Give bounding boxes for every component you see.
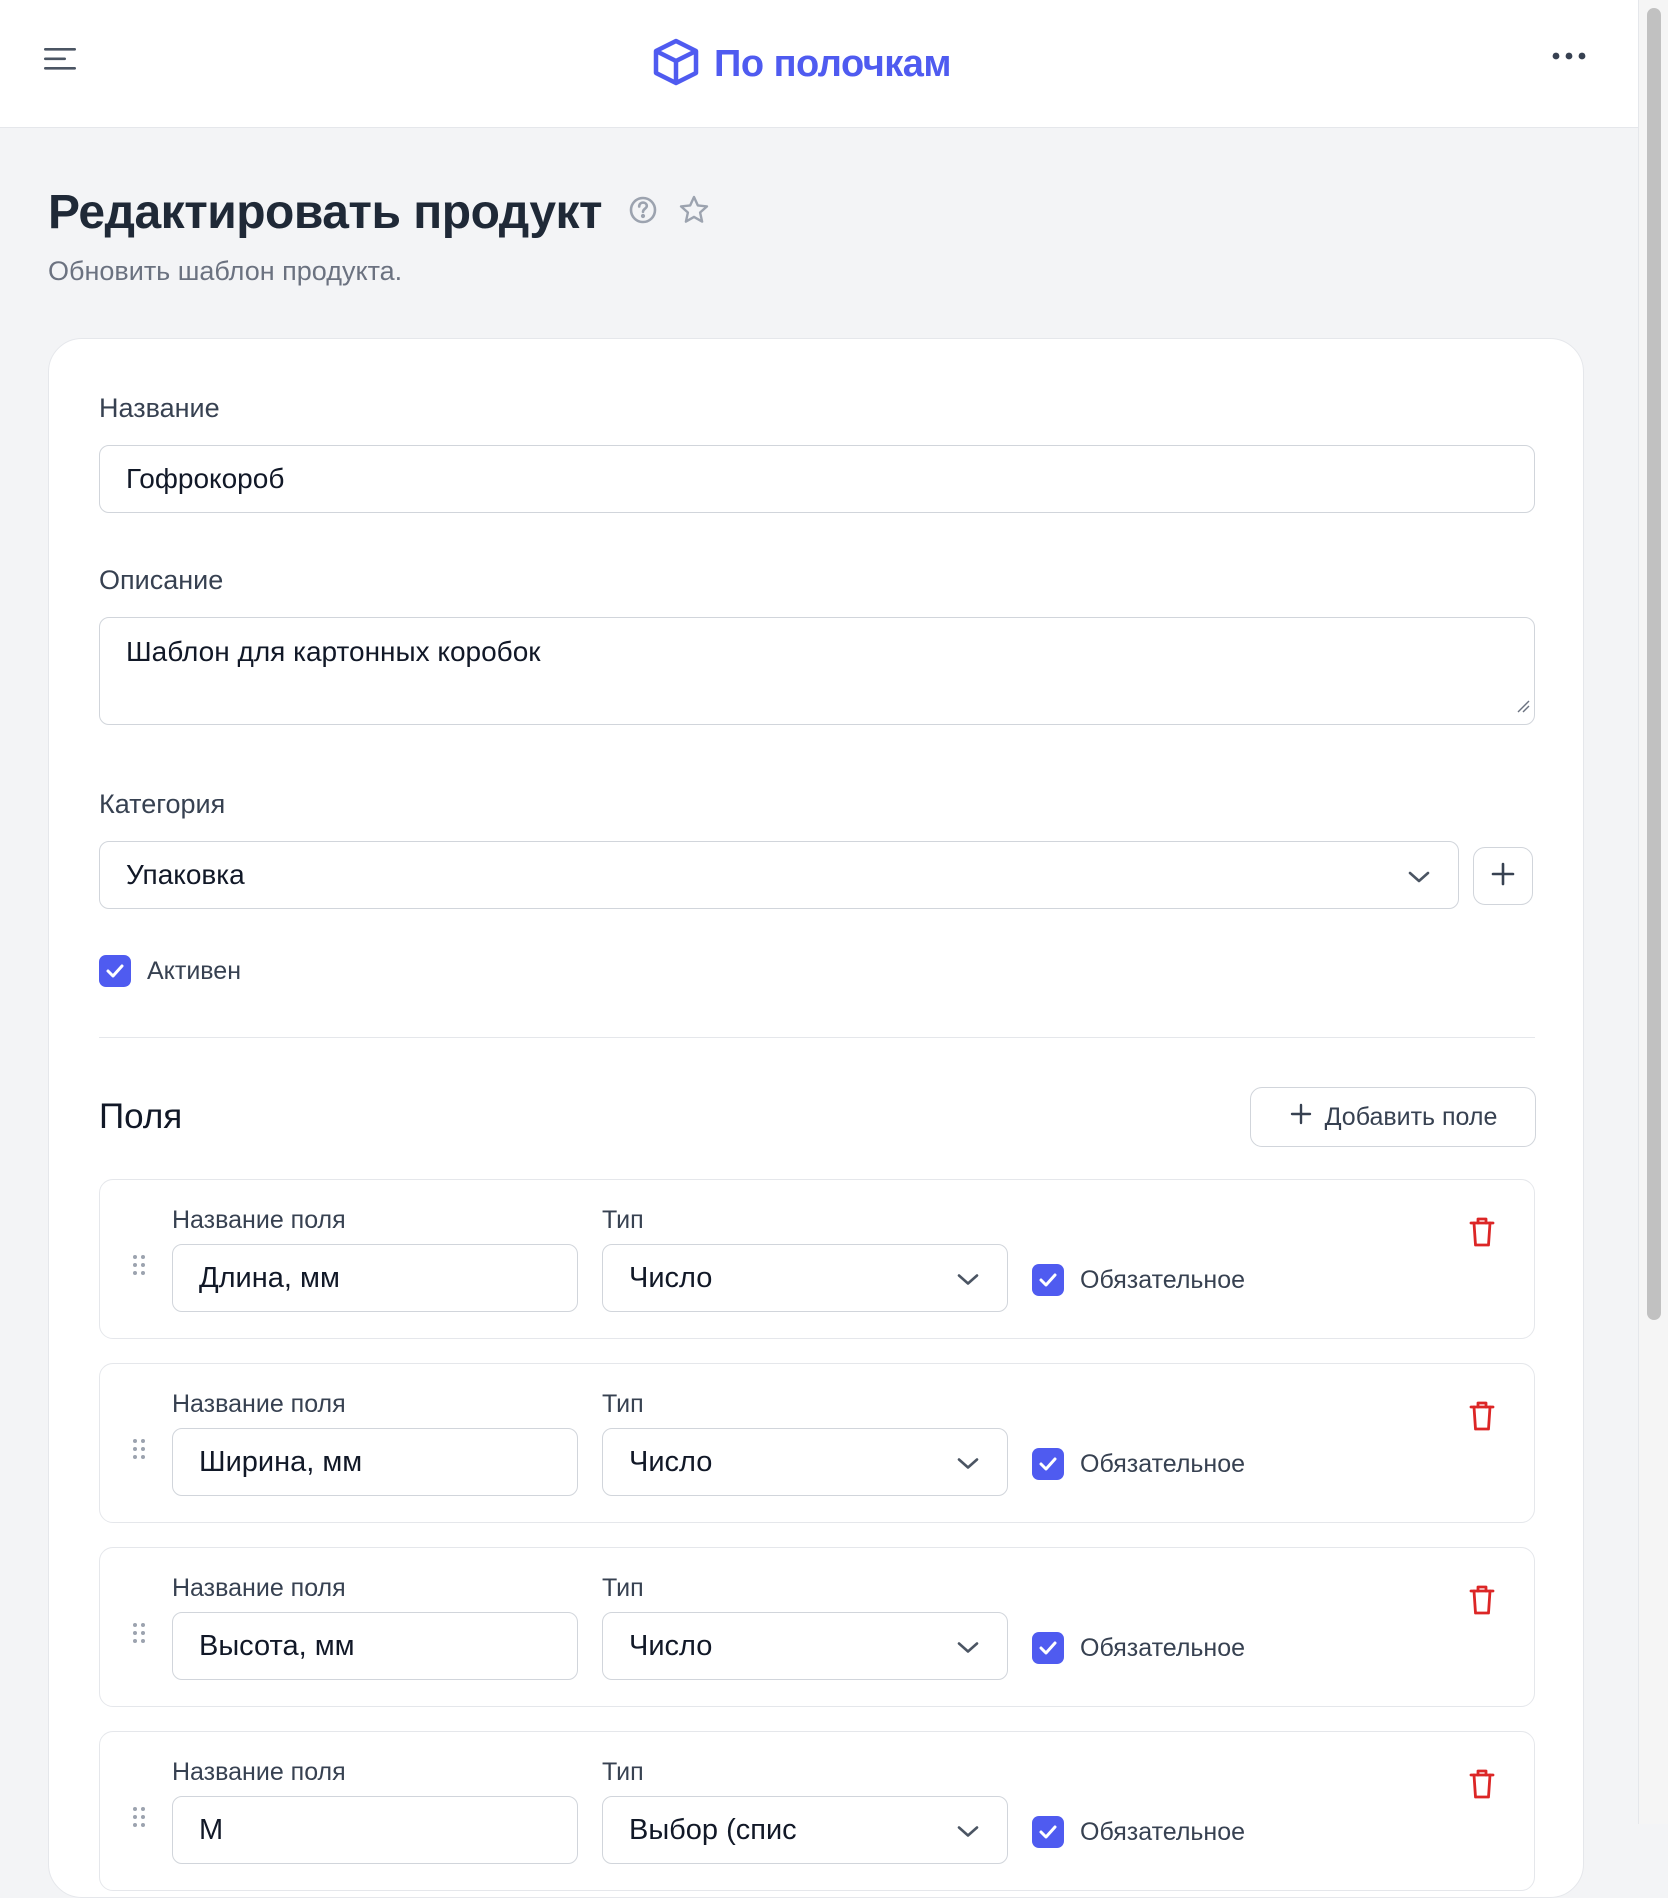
field-row: Название поля М Тип Выбор (спис Обязател… xyxy=(99,1731,1535,1891)
star-icon[interactable] xyxy=(678,194,710,231)
category-label: Категория xyxy=(99,789,226,819)
chevron-down-icon xyxy=(957,1262,979,1295)
page-title: Редактировать продукт xyxy=(48,185,603,239)
chevron-down-icon xyxy=(1408,859,1430,891)
description-textarea[interactable]: Шаблон для картонных коробок xyxy=(99,617,1535,725)
field-name-input[interactable]: М xyxy=(172,1796,578,1864)
field-name-input[interactable]: Высота, мм xyxy=(172,1612,578,1680)
product-form-card: Название Гофрокороб Описание Шаблон для … xyxy=(48,338,1584,1898)
help-circle-icon[interactable] xyxy=(628,195,658,230)
app-logo[interactable]: По полочкам xyxy=(652,37,952,92)
scrollbar[interactable] xyxy=(1638,0,1668,1824)
box-icon xyxy=(652,37,700,92)
category-value: Упаковка xyxy=(126,859,245,890)
required-checkbox[interactable] xyxy=(1032,1448,1064,1480)
field-name-input[interactable]: Длина, мм xyxy=(172,1244,578,1312)
description-label: Описание xyxy=(99,565,224,595)
required-label: Обязательное xyxy=(1080,1818,1246,1846)
field-name-value: М xyxy=(199,1813,224,1846)
drag-handle-icon[interactable] xyxy=(132,1622,146,1649)
page-subtitle: Обновить шаблон продукта. xyxy=(48,256,403,286)
top-bar: По полочкам xyxy=(0,0,1638,128)
required-checkbox[interactable] xyxy=(1032,1632,1064,1664)
field-row: Название поля Высота, мм Тип Число Обяза… xyxy=(99,1547,1535,1707)
field-type-value: Число xyxy=(629,1629,713,1662)
field-type-select[interactable]: Выбор (спис xyxy=(602,1796,1008,1864)
add-category-button[interactable] xyxy=(1473,847,1533,905)
fields-section-title: Поля xyxy=(99,1097,183,1136)
add-field-label: Добавить поле xyxy=(1324,1102,1498,1131)
trash-icon[interactable] xyxy=(1468,1400,1496,1437)
drag-handle-icon[interactable] xyxy=(132,1254,146,1281)
plus-icon xyxy=(1289,1102,1313,1133)
plus-icon xyxy=(1490,861,1516,892)
required-checkbox[interactable] xyxy=(1032,1816,1064,1848)
chevron-down-icon xyxy=(957,1446,979,1479)
field-row: Название поля Ширина, мм Тип Число Обяза… xyxy=(99,1363,1535,1523)
chevron-down-icon xyxy=(957,1814,979,1847)
field-type-value: Число xyxy=(629,1261,713,1294)
field-type-label: Тип xyxy=(602,1390,644,1418)
field-name-label: Название поля xyxy=(172,1206,346,1234)
field-name-label: Название поля xyxy=(172,1574,346,1602)
trash-icon[interactable] xyxy=(1468,1216,1496,1253)
field-name-input[interactable]: Ширина, мм xyxy=(172,1428,578,1496)
drag-handle-icon[interactable] xyxy=(132,1438,146,1465)
field-name-value: Высота, мм xyxy=(199,1629,355,1662)
field-type-value: Выбор (спис xyxy=(629,1813,797,1846)
field-name-label: Название поля xyxy=(172,1758,346,1786)
field-type-select[interactable]: Число xyxy=(602,1428,1008,1496)
field-type-value: Число xyxy=(629,1445,713,1478)
app-name: По полочкам xyxy=(714,42,952,85)
add-field-button[interactable]: Добавить поле xyxy=(1250,1087,1536,1147)
field-type-label: Тип xyxy=(602,1206,644,1234)
more-horizontal-icon[interactable] xyxy=(1552,48,1592,80)
required-label: Обязательное xyxy=(1080,1266,1246,1294)
name-label: Название xyxy=(99,393,220,423)
category-select[interactable]: Упаковка xyxy=(99,841,1459,909)
trash-icon[interactable] xyxy=(1468,1584,1496,1621)
drag-handle-icon[interactable] xyxy=(132,1806,146,1833)
field-row: Название поля Длина, мм Тип Число Обязат… xyxy=(99,1179,1535,1339)
divider xyxy=(99,1037,1535,1038)
page-header: Редактировать продукт Обновить шаблон пр… xyxy=(48,180,1548,287)
chevron-down-icon xyxy=(957,1630,979,1663)
active-label: Активен xyxy=(147,957,242,985)
field-name-value: Длина, мм xyxy=(199,1261,340,1294)
menu-icon[interactable] xyxy=(44,46,84,82)
field-name-label: Название поля xyxy=(172,1390,346,1418)
scrollbar-thumb[interactable] xyxy=(1647,8,1661,1320)
required-checkbox[interactable] xyxy=(1032,1264,1064,1296)
trash-icon[interactable] xyxy=(1468,1768,1496,1805)
field-type-label: Тип xyxy=(602,1758,644,1786)
field-name-value: Ширина, мм xyxy=(199,1445,363,1478)
resize-handle-icon[interactable] xyxy=(1516,688,1530,720)
active-checkbox[interactable] xyxy=(99,955,131,987)
required-label: Обязательное xyxy=(1080,1634,1246,1662)
name-input-value: Гофрокороб xyxy=(126,463,285,494)
field-type-select[interactable]: Число xyxy=(602,1612,1008,1680)
name-input[interactable]: Гофрокороб xyxy=(99,445,1535,513)
description-value: Шаблон для картонных коробок xyxy=(126,636,541,667)
field-type-label: Тип xyxy=(602,1574,644,1602)
field-type-select[interactable]: Число xyxy=(602,1244,1008,1312)
required-label: Обязательное xyxy=(1080,1450,1246,1478)
